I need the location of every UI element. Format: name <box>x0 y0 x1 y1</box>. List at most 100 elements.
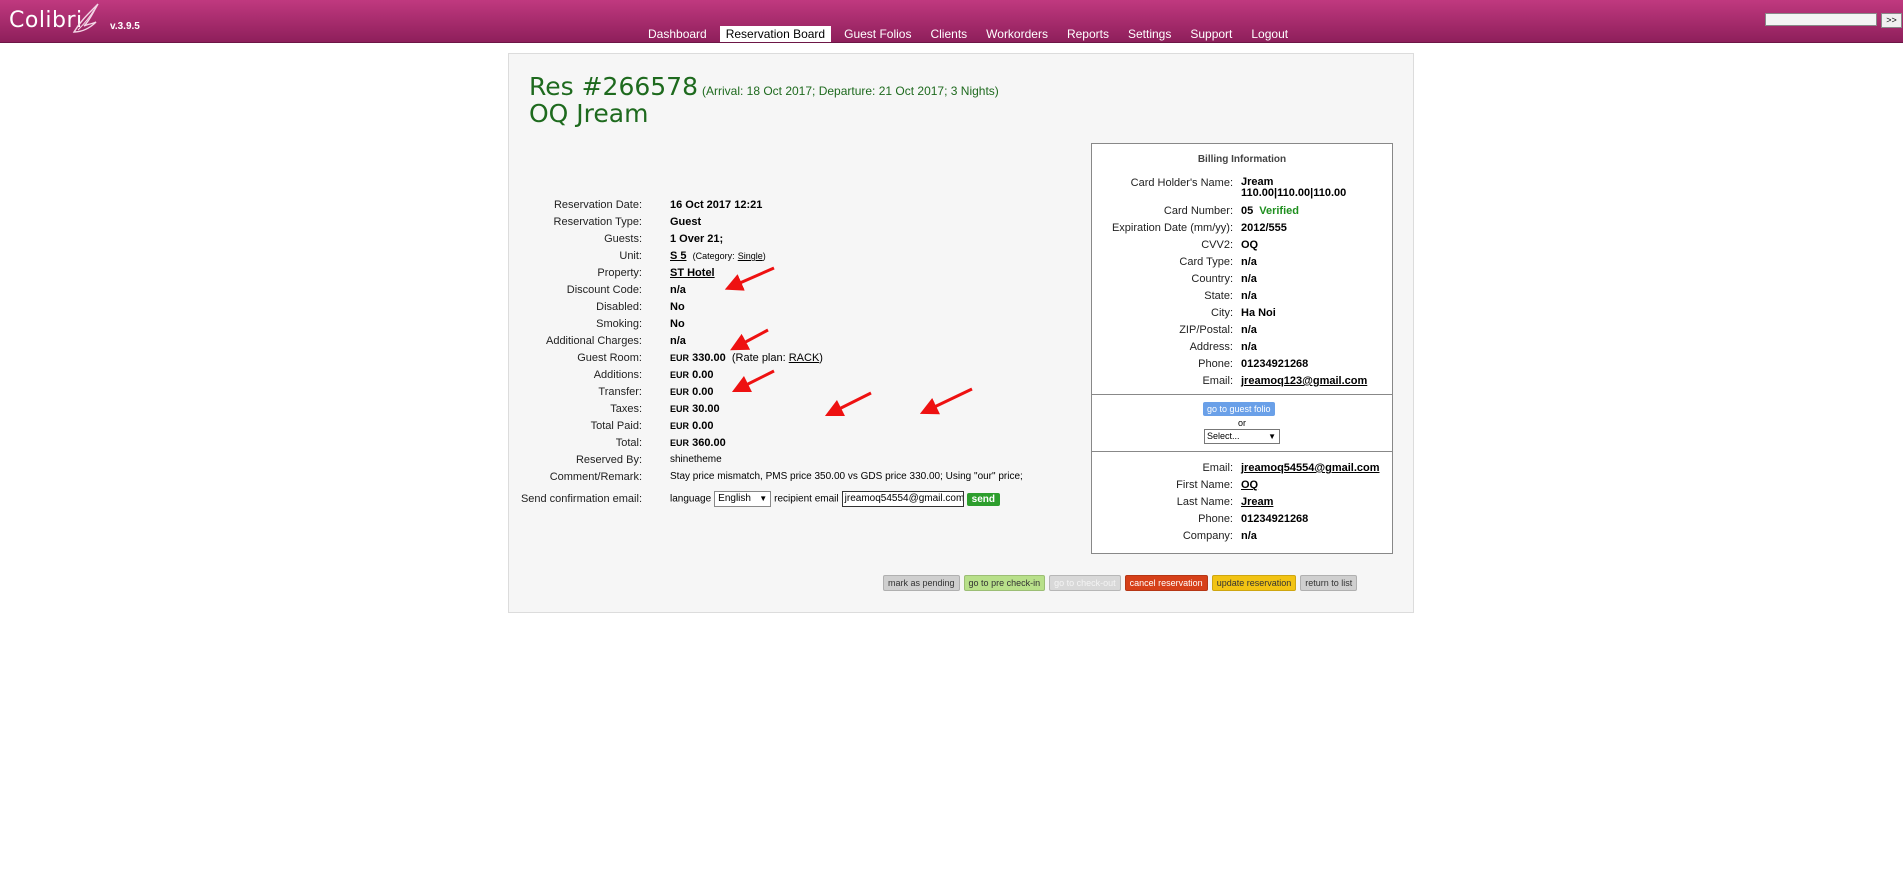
recipient-email-input[interactable]: jreamoq54554@gmail.com <box>841 491 964 507</box>
nav-support[interactable]: Support <box>1184 26 1238 42</box>
send-confirmation-row: Send confirmation email: language English… <box>509 491 1069 511</box>
address-value: n/a <box>1241 341 1257 353</box>
billing-label: CVV2: <box>1201 239 1233 251</box>
detail-label: Reservation Date: <box>553 199 642 211</box>
currency-label: EUR <box>670 387 690 397</box>
detail-label: Reserved By: <box>575 454 642 466</box>
pre-check-in-button[interactable]: go to pre check-in <box>963 575 1046 591</box>
detail-row-reserved-by: Reserved By: shinetheme <box>509 454 1069 471</box>
detail-row-total: Total: EUR 360.00 <box>509 437 1069 454</box>
detail-row-guest-room: Guest Room: EUR 330.00 (Rate plan: RACK) <box>509 352 1069 369</box>
expiration-value: 2012/555 <box>1241 222 1287 234</box>
client-label: Last Name: <box>1176 496 1233 508</box>
disabled-value: No <box>670 301 685 313</box>
comment-value: Stay price mismatch, PMS price 350.00 vs… <box>670 471 1023 482</box>
total-paid-amount: 0.00 <box>692 420 714 432</box>
send-confirmation-label: Send confirmation email: <box>520 493 642 505</box>
search-input[interactable] <box>1765 13 1877 26</box>
cvv2-value: OQ <box>1241 239 1259 251</box>
billing-title: Billing Information <box>1197 154 1287 165</box>
detail-label: Additional Charges: <box>545 335 642 347</box>
detail-label: Comment/Remark: <box>549 471 642 483</box>
category-prefix: (Category: <box>692 251 735 261</box>
taxes-amount: 30.00 <box>692 403 720 415</box>
additional-charges-value: n/a <box>670 335 686 347</box>
billing-label: City: <box>1211 307 1233 319</box>
hummingbird-logo-icon <box>72 3 99 33</box>
detail-label: Additions: <box>593 369 642 381</box>
detail-label: Guest Room: <box>577 352 642 364</box>
reservation-date-value: 16 Oct 2017 12:21 <box>670 199 763 211</box>
card-type-value: n/a <box>1241 256 1257 268</box>
nav-clients[interactable]: Clients <box>924 26 973 42</box>
smoking-value: No <box>670 318 685 330</box>
card-number-value: 05 <box>1241 205 1254 217</box>
detail-row-guests: Guests: 1 Over 21; <box>509 233 1069 250</box>
folio-select-value: Select... <box>1207 431 1240 441</box>
detail-row-reservation-type: Reservation Type: Guest <box>509 216 1069 233</box>
reservation-type-value: Guest <box>670 216 702 228</box>
rate-plan-prefix: (Rate plan: <box>731 352 786 364</box>
cancel-reservation-button[interactable]: cancel reservation <box>1124 575 1208 591</box>
nav-reports[interactable]: Reports <box>1061 26 1115 42</box>
currency-label: EUR <box>670 421 690 431</box>
currency-label: EUR <box>670 438 690 448</box>
billing-email-link[interactable]: jreamoq123@gmail.com <box>1241 375 1367 387</box>
billing-label: Country: <box>1191 273 1233 285</box>
language-select[interactable]: English ▼ <box>714 491 772 507</box>
detail-row-taxes: Taxes: EUR 30.00 <box>509 403 1069 420</box>
nav-settings[interactable]: Settings <box>1122 26 1177 42</box>
client-label: Phone: <box>1198 513 1233 525</box>
client-company-value: n/a <box>1241 530 1257 542</box>
go-to-guest-folio-button[interactable]: go to guest folio <box>1203 402 1275 416</box>
client-email-link[interactable]: jreamoq54554@gmail.com <box>1241 462 1380 474</box>
billing-label: Phone: <box>1198 358 1233 370</box>
client-first-name-link[interactable]: OQ <box>1241 479 1258 491</box>
detail-row-additions: Additions: EUR 0.00 <box>509 369 1069 386</box>
billing-information-box: Billing Information Card Holder's Name: … <box>1091 143 1393 554</box>
nav-reservation-board[interactable]: Reservation Board <box>719 26 832 42</box>
search-go-button[interactable]: >> <box>1881 13 1902 28</box>
transfer-amount: 0.00 <box>692 386 714 398</box>
mark-as-pending-button[interactable]: mark as pending <box>883 575 960 591</box>
detail-label: Guests: <box>604 233 642 245</box>
nav-dashboard[interactable]: Dashboard <box>642 26 713 42</box>
guest-room-amount: 330.00 <box>692 352 726 364</box>
additions-amount: 0.00 <box>692 369 714 381</box>
nav-guest-folios[interactable]: Guest Folios <box>838 26 917 42</box>
dropdown-arrow-icon: ▼ <box>759 494 768 503</box>
detail-row-total-paid: Total Paid: EUR 0.00 <box>509 420 1069 437</box>
folio-select[interactable]: Select... ▼ <box>1204 429 1280 444</box>
detail-row-unit: Unit: S 5 (Category: Single) <box>509 250 1069 267</box>
recipient-email-label: recipient email <box>774 493 839 505</box>
country-value: n/a <box>1241 273 1257 285</box>
app-version: v.3.9.5 <box>110 21 140 32</box>
update-reservation-button[interactable]: update reservation <box>1211 575 1297 591</box>
return-to-list-button[interactable]: return to list <box>1300 575 1358 591</box>
billing-label: ZIP/Postal: <box>1179 324 1233 336</box>
property-link[interactable]: ST Hotel <box>670 267 715 279</box>
detail-label: Reservation Type: <box>553 216 642 228</box>
billing-divider <box>1092 451 1392 452</box>
billing-label: Address: <box>1189 341 1233 353</box>
detail-label: Unit: <box>619 250 642 262</box>
detail-row-property: Property: ST Hotel <box>509 267 1069 284</box>
billing-label: Expiration Date (mm/yy): <box>1111 222 1233 234</box>
detail-label: Transfer: <box>598 386 642 398</box>
detail-label: Total: <box>615 437 642 449</box>
rate-plan-suffix: ) <box>819 352 823 364</box>
unit-link[interactable]: S 5 <box>670 250 687 262</box>
reservation-dates: (Arrival: 18 Oct 2017; Departure: 21 Oct… <box>701 84 999 98</box>
dropdown-arrow-icon: ▼ <box>1268 432 1276 441</box>
category-link[interactable]: Single <box>738 251 763 261</box>
card-holder-value-extra: 110.00|110.00|110.00 <box>1241 187 1347 199</box>
language-select-value: English <box>718 493 751 504</box>
client-last-name-link[interactable]: Jream <box>1241 496 1273 508</box>
send-button[interactable]: send <box>966 492 1000 506</box>
check-out-button: go to check-out <box>1049 575 1121 591</box>
language-label: language <box>670 493 712 505</box>
nav-logout[interactable]: Logout <box>1245 26 1294 42</box>
nav-workorders[interactable]: Workorders <box>980 26 1054 42</box>
action-buttons: mark as pending go to pre check-in go to… <box>883 575 1358 591</box>
rate-plan-link[interactable]: RACK <box>789 352 820 364</box>
